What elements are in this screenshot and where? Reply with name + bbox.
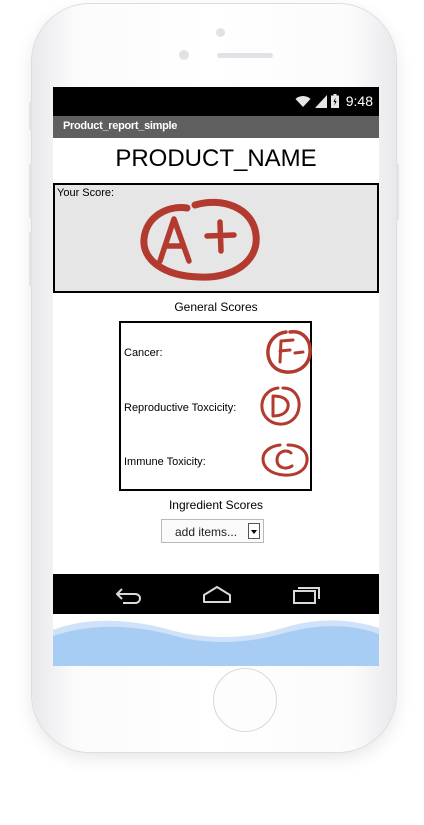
power-button	[396, 164, 399, 220]
wifi-icon	[295, 95, 311, 107]
your-score-label: Your Score:	[57, 187, 115, 199]
status-time: 9:48	[345, 93, 373, 109]
general-scores-panel: Cancer: Reproductive Toxcicity: Immune T…	[119, 321, 312, 491]
ingredient-scores-title: Ingredient Scores	[168, 498, 264, 512]
app-title: Product_report_simple	[63, 120, 178, 132]
proximity-sensor	[179, 50, 189, 60]
grade-d-icon	[260, 386, 301, 426]
ingredient-items-dropdown[interactable]: add items...	[161, 519, 264, 543]
volume-up-button	[29, 164, 32, 218]
mute-switch	[29, 102, 32, 130]
status-bar: 9:48	[53, 87, 379, 116]
product-name: PRODUCT_NAME	[115, 145, 317, 172]
app-title-bar: Product_report_simple	[53, 116, 379, 138]
app-screen: 9:48 Product_report_simple PRODUCT_NAME …	[53, 87, 379, 666]
reproductive-toxicity-label: Reproductive Toxcicity:	[124, 402, 237, 414]
cancer-label: Cancer:	[124, 347, 163, 359]
signal-icon	[314, 94, 327, 108]
wave-decoration	[53, 614, 379, 666]
home-icon[interactable]	[201, 582, 233, 606]
recent-apps-icon[interactable]	[290, 582, 322, 606]
android-nav-bar	[53, 574, 379, 614]
dropdown-arrow-icon[interactable]	[248, 523, 260, 539]
volume-down-button	[29, 232, 32, 286]
front-camera	[216, 28, 225, 37]
immune-toxicity-label: Immune Toxicity:	[124, 456, 206, 468]
back-icon[interactable]	[113, 582, 143, 606]
grade-a-plus-icon	[140, 198, 260, 281]
grade-c-icon	[261, 443, 309, 477]
general-scores-title: General Scores	[174, 300, 258, 314]
your-score-panel: Your Score:	[53, 183, 379, 293]
battery-icon	[330, 94, 339, 108]
dropdown-value: add items...	[175, 525, 238, 539]
grade-f-minus-icon	[266, 330, 312, 374]
earpiece-speaker	[217, 53, 273, 58]
phone-home-button	[213, 668, 277, 732]
